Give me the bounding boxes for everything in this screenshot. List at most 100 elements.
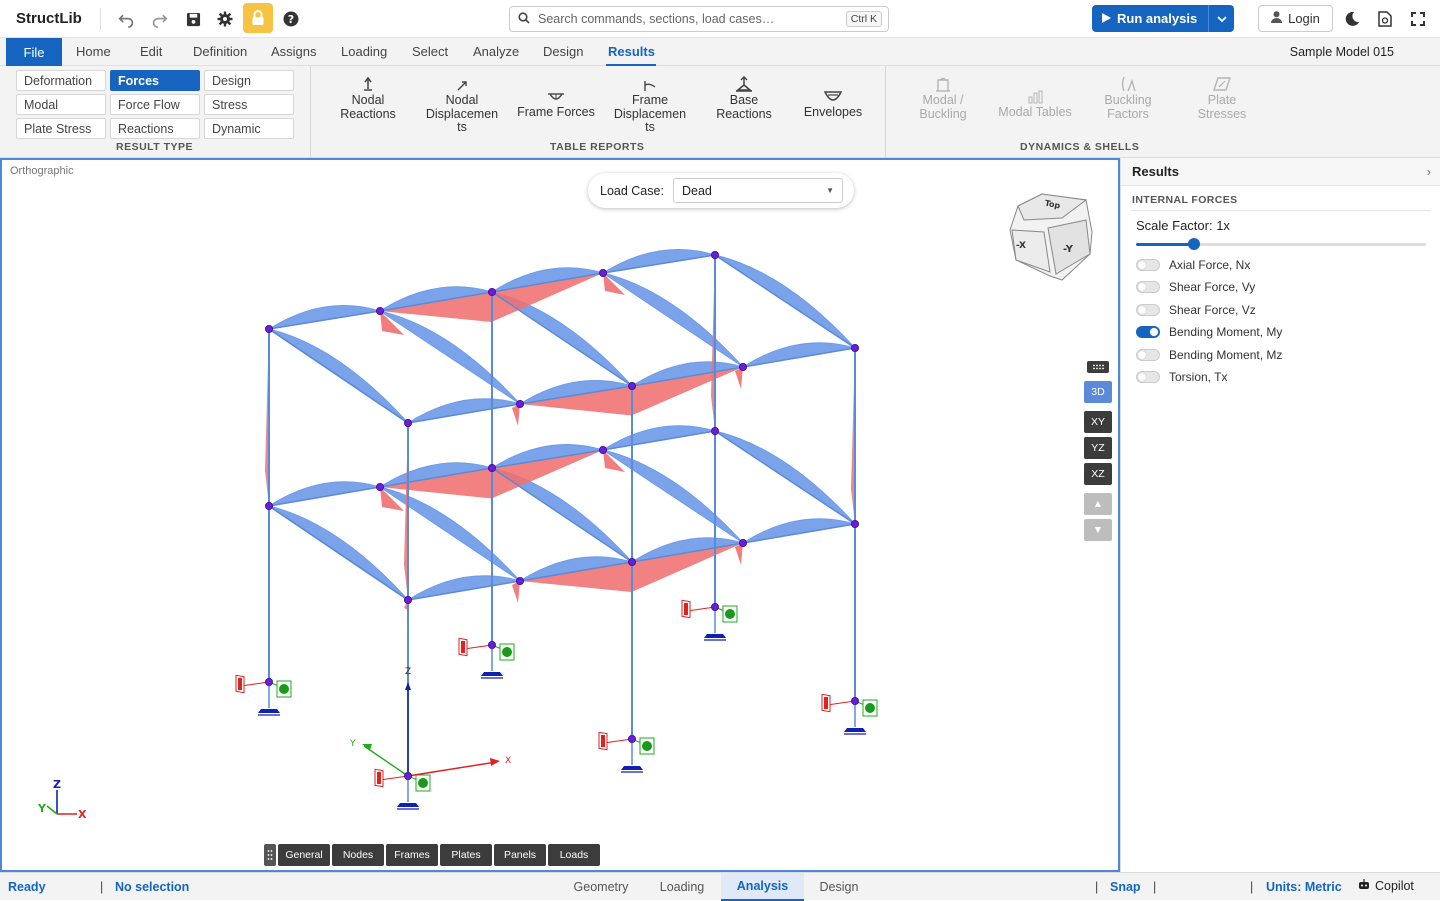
view-cube[interactable]: Top -Y -X [1004,190,1096,282]
load-case-dropdown[interactable]: Dead ▼ [673,178,843,203]
mode-tab-analysis[interactable]: Analysis [721,873,804,901]
result-type-dynamic[interactable]: Dynamic [204,118,294,139]
frame-beam [491,467,633,563]
mode-tab-design[interactable]: Design [806,873,872,901]
view-yz-button[interactable]: YZ [1084,437,1112,459]
frame-forces-label: Frame Forces [517,105,595,119]
toggle-switch[interactable] [1136,259,1160,271]
buckling-factors-icon [1120,76,1136,92]
toggle-bending-moment-mz[interactable]: Bending Moment, Mz [1136,346,1282,364]
toggle-shear-force-vz[interactable]: Shear Force, Vz [1136,301,1256,319]
structure-node [628,735,637,744]
modal-tables-button[interactable]: Modal Tables [992,88,1078,120]
menu-select[interactable]: Select [412,44,448,59]
menu-loading[interactable]: Loading [341,44,387,59]
run-analysis-split-button[interactable]: Run analysis [1092,5,1234,32]
dark-mode-icon[interactable] [1339,7,1365,31]
corner-z-label: Z [53,778,61,791]
filter-tab-frames[interactable]: Frames [386,844,438,866]
toggle-shear-force-vy[interactable]: Shear Force, Vy [1136,278,1255,296]
base-reactions-button[interactable]: Base Reactions [712,76,776,121]
view-xz-button[interactable]: XZ [1084,463,1112,485]
toggle-label: Bending Moment, My [1169,325,1283,339]
frame-forces-button[interactable]: Frame Forces [513,88,599,120]
undo-icon[interactable] [113,7,139,31]
mode-tab-geometry[interactable]: Geometry [563,873,639,901]
result-type-plate-stress[interactable]: Plate Stress [16,118,106,139]
toggle-switch[interactable] [1136,326,1160,338]
toggle-axial-force[interactable]: Axial Force, Nx [1136,256,1250,274]
copilot-button[interactable]: Copilot [1358,879,1414,893]
menu-analyze[interactable]: Analyze [473,44,519,59]
menu-assigns[interactable]: Assigns [271,44,317,59]
result-type-forces[interactable]: Forces [110,70,200,91]
mode-tab-loading[interactable]: Loading [644,873,720,901]
fullscreen-icon[interactable] [1405,7,1431,31]
result-type-design[interactable]: Design [204,70,294,91]
scale-factor-slider[interactable] [1136,238,1426,250]
filter-tab-loads[interactable]: Loads [548,844,600,866]
filter-tabs-grip-icon[interactable] [264,844,276,866]
chevron-right-icon[interactable]: › [1427,164,1431,179]
frame-displacements-button[interactable]: Frame Displacemen ts [608,76,692,135]
filter-tab-panels[interactable]: Panels [494,844,546,866]
toggle-switch[interactable] [1136,304,1160,316]
result-type-reactions[interactable]: Reactions [110,118,200,139]
filter-tab-general[interactable]: General [278,844,330,866]
menu-file[interactable]: File [6,38,62,66]
view-3d-button[interactable]: 3D [1084,381,1112,403]
global-y-arrow [362,744,372,750]
fixed-support-icon [681,599,738,641]
table-reports-group-label: TABLE REPORTS [550,141,645,153]
menu-definition[interactable]: Definition [193,44,247,59]
menu-home[interactable]: Home [76,44,111,59]
corner-y-label: Y [37,802,47,815]
envelopes-button[interactable]: Envelopes [800,88,866,120]
lock-icon[interactable] [243,3,273,33]
search-icon [518,11,530,27]
result-type-stress[interactable]: Stress [204,94,294,115]
menu-results[interactable]: Results [608,44,655,59]
toggle-switch[interactable] [1136,371,1160,383]
menu-design[interactable]: Design [543,44,583,59]
login-button[interactable]: Login [1258,5,1333,32]
result-type-modal[interactable]: Modal [16,94,106,115]
toggle-switch[interactable] [1136,349,1160,361]
view-xy-button[interactable]: XY [1084,411,1112,433]
nodal-displacements-button[interactable]: Nodal Displacemen ts [420,76,504,135]
buckling-factors-button[interactable]: Buckling Factors [1096,76,1160,121]
level-up-icon[interactable]: ▲ [1084,493,1112,515]
result-type-force-flow[interactable]: Force Flow [110,94,200,115]
snap-toggle[interactable]: Snap [1110,880,1141,894]
menu-edit[interactable]: Edit [140,44,162,59]
structure-node [375,482,384,491]
save-icon[interactable] [180,7,206,31]
units-selector[interactable]: Units: Metric [1266,880,1342,894]
nodal-reactions-button[interactable]: Nodal Reactions [338,76,398,121]
slider-fill [1136,243,1194,246]
result-type-deformation[interactable]: Deformation [16,70,106,91]
command-search-input[interactable]: Search commands, sections, load cases… C… [509,6,889,32]
run-analysis-button[interactable]: Run analysis [1092,11,1208,26]
structure-model-canvas[interactable]: Z X YZ XY [2,160,1118,870]
redo-icon[interactable] [146,7,172,31]
slider-thumb[interactable] [1188,238,1200,250]
model-viewport[interactable]: Orthographic ZXYZXY Load Case: Dead ▼ To… [0,158,1120,872]
level-down-icon[interactable]: ▼ [1084,519,1112,541]
results-panel-header[interactable]: Results › [1121,158,1440,186]
filter-tab-plates[interactable]: Plates [440,844,492,866]
toggle-torsion[interactable]: Torsion, Tx [1136,368,1227,386]
toggle-bending-moment-my[interactable]: Bending Moment, My [1136,323,1282,341]
view-buttons-grip-icon[interactable] [1087,361,1109,373]
filter-tab-nodes[interactable]: Nodes [332,844,384,866]
modal-buckling-button[interactable]: Modal / Buckling [910,76,976,121]
report-document-icon[interactable] [1372,7,1398,31]
help-icon[interactable]: ? [278,7,304,31]
run-options-dropdown[interactable] [1208,5,1234,32]
toggle-switch[interactable] [1136,281,1160,293]
plate-stresses-button[interactable]: Plate Stresses [1190,76,1254,121]
corner-x-label: X [78,808,87,821]
settings-icon[interactable] [212,7,238,31]
global-x-axis [407,761,497,777]
moment-diagram-positive [602,449,744,544]
